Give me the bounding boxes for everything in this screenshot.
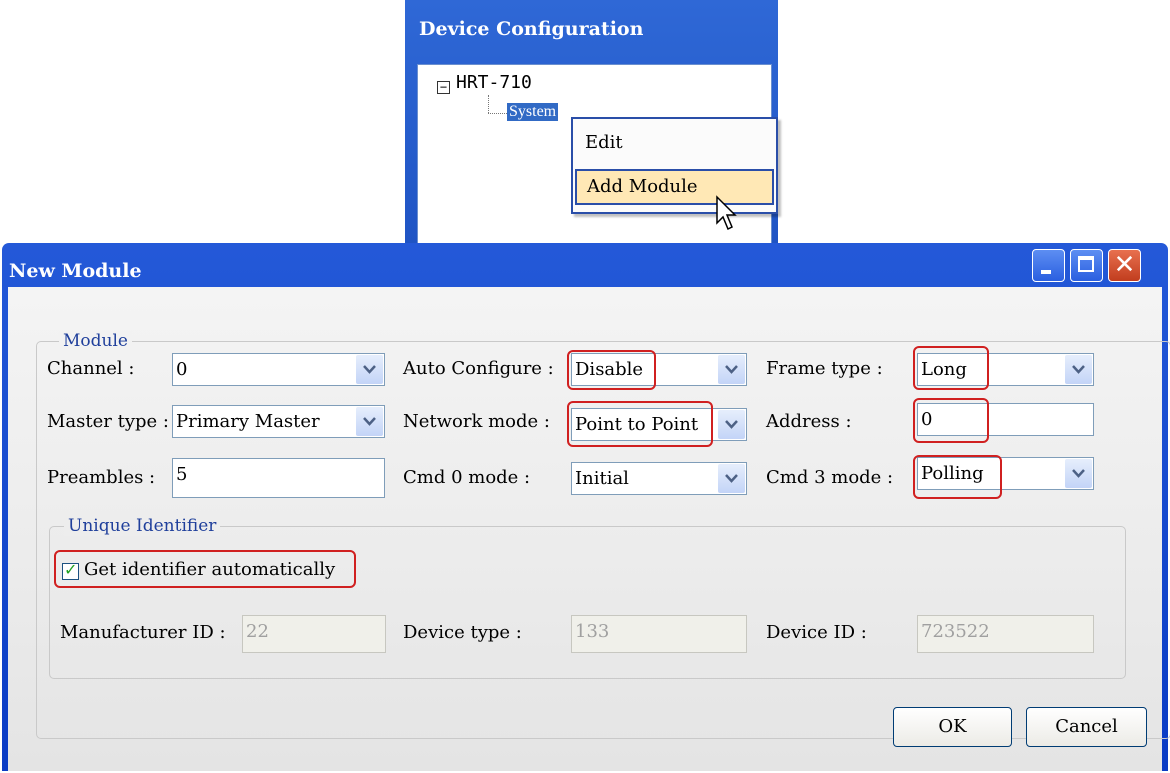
device-type-value: 133	[575, 621, 610, 642]
unique-identifier-legend: Unique Identifier	[64, 516, 221, 536]
mouse-pointer-icon	[716, 195, 737, 231]
cmd0-mode-label: Cmd 0 mode :	[403, 467, 531, 488]
menu-item-edit[interactable]: Edit	[575, 125, 774, 161]
cmd0-mode-select[interactable]: Initial	[571, 462, 747, 495]
manufacturer-id-value: 22	[246, 621, 269, 642]
collapse-icon[interactable]: −	[437, 81, 450, 94]
device-id-value: 723522	[921, 621, 990, 642]
master-type-select[interactable]: Primary Master	[172, 405, 385, 438]
chevron-down-icon[interactable]	[356, 355, 383, 384]
channel-value: 0	[176, 359, 188, 380]
tree-connector-line	[488, 113, 507, 114]
highlight-box	[567, 350, 656, 390]
close-icon: ✕	[1113, 250, 1136, 280]
device-id-label: Device ID :	[766, 622, 867, 643]
auto-configure-label: Auto Configure :	[403, 358, 554, 379]
maximize-icon	[1078, 256, 1094, 272]
address-label: Address :	[766, 411, 852, 432]
preambles-input[interactable]: 5	[172, 458, 385, 498]
device-type-input[interactable]: 133	[571, 615, 747, 653]
manufacturer-id-label: Manufacturer ID :	[60, 622, 226, 643]
module-group-legend: Module	[59, 331, 132, 351]
network-mode-label: Network mode :	[403, 411, 550, 432]
cmd0-mode-value: Initial	[575, 468, 629, 489]
device-configuration-panel: Device Configuration − HRT-710 System Ed…	[405, 0, 778, 246]
maximize-button[interactable]	[1070, 249, 1103, 282]
channel-label: Channel :	[47, 358, 135, 379]
ok-button[interactable]: OK	[893, 707, 1012, 747]
tree-node-system[interactable]: System	[507, 103, 559, 121]
close-button[interactable]: ✕	[1108, 249, 1141, 282]
cancel-button[interactable]: Cancel	[1026, 707, 1147, 747]
unique-identifier-groupbox: Unique Identifier	[49, 516, 1126, 679]
dialog-title: New Module	[9, 260, 142, 282]
highlight-box	[54, 550, 356, 588]
device-id-input[interactable]: 723522	[917, 615, 1094, 653]
master-type-value: Primary Master	[176, 411, 320, 432]
chevron-down-icon[interactable]	[1065, 459, 1092, 488]
chevron-down-icon[interactable]	[718, 464, 745, 493]
tree-connector-line	[488, 95, 489, 113]
minimize-icon	[1041, 270, 1051, 274]
highlight-box	[913, 455, 1002, 499]
highlight-box	[567, 401, 713, 447]
menu-item-add-module[interactable]: Add Module	[575, 169, 774, 205]
context-menu: Edit Add Module	[571, 117, 778, 214]
highlight-box	[913, 346, 989, 390]
master-type-label: Master type :	[47, 411, 169, 432]
chevron-down-icon[interactable]	[718, 410, 745, 439]
chevron-down-icon[interactable]	[356, 407, 383, 436]
highlight-box	[913, 398, 989, 443]
cmd3-mode-label: Cmd 3 mode :	[766, 467, 894, 488]
chevron-down-icon[interactable]	[718, 355, 745, 384]
tree-node-hrt-710[interactable]: HRT-710	[456, 72, 532, 93]
frame-type-label: Frame type :	[766, 358, 883, 379]
preambles-value: 5	[176, 464, 188, 485]
preambles-label: Preambles :	[47, 467, 156, 488]
device-configuration-title: Device Configuration	[419, 18, 644, 40]
chevron-down-icon[interactable]	[1065, 355, 1092, 384]
manufacturer-id-input[interactable]: 22	[242, 615, 386, 653]
channel-select[interactable]: 0	[172, 353, 385, 386]
device-type-label: Device type :	[403, 622, 522, 643]
minimize-button[interactable]	[1032, 249, 1065, 282]
